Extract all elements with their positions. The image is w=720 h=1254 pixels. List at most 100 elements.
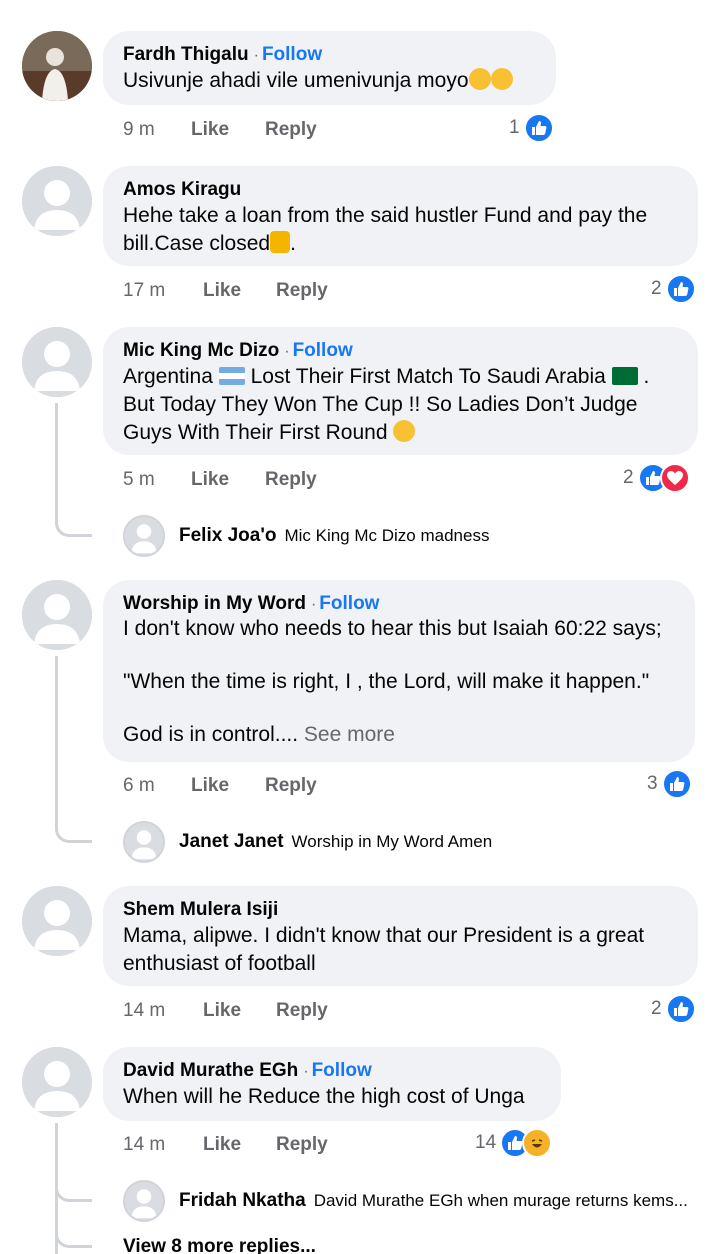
comment-author[interactable]: Mic King Mc Dizo <box>123 340 279 361</box>
avatar[interactable] <box>22 31 92 101</box>
separator-dot: · <box>303 1063 309 1080</box>
thread-connector <box>55 505 92 537</box>
reaction-count: 1 <box>509 117 520 138</box>
comment-meta: 17 m Like Reply <box>123 277 523 305</box>
laughing-emoji-icon <box>393 420 416 442</box>
like-reaction-icon <box>665 994 696 1024</box>
comment-text-end: . <box>290 232 296 255</box>
follow-button[interactable]: Follow <box>312 1060 372 1081</box>
comment-time: 9 m <box>123 119 155 140</box>
reaction-summary[interactable]: 2 <box>623 462 690 494</box>
comment-time: 14 m <box>123 1000 166 1021</box>
reply-preview[interactable]: Felix Joa'o Mic King Mc Dizo madness <box>179 515 699 557</box>
reply-preview[interactable]: Janet Janet Worship in My Word Amen <box>179 821 699 863</box>
like-button[interactable]: Like <box>203 1131 241 1159</box>
comment-author[interactable]: Worship in My Word <box>123 593 306 614</box>
separator-dot: · <box>253 47 259 64</box>
reply-text: David Murathe EGh when murage returns ke… <box>313 1191 688 1210</box>
avatar[interactable] <box>123 821 165 863</box>
avatar[interactable] <box>123 1180 165 1222</box>
avatar[interactable] <box>22 327 92 397</box>
thread-line <box>55 656 58 824</box>
reaction-summary[interactable]: 2 <box>651 273 696 305</box>
comment-bubble: Amos Kiragu Hehe take a loan from the sa… <box>103 166 698 266</box>
comment-text-part: Argentina <box>123 365 213 388</box>
comment-text-part: Lost Their First Match To Saudi Arabia <box>250 365 606 388</box>
see-more-link[interactable]: See more <box>304 723 395 746</box>
avatar[interactable] <box>22 166 92 236</box>
comment-bubble: Fardh Thigalu · Follow Usivunje ahadi vile… <box>103 31 556 105</box>
laughing-emoji-icon <box>490 68 513 90</box>
comment-author[interactable]: Amos Kiragu <box>123 178 678 202</box>
separator-dot: · <box>310 596 317 613</box>
saudi-arabia-flag-icon <box>611 367 638 385</box>
reaction-summary[interactable]: 1 <box>509 112 554 144</box>
thread-connector <box>55 1218 92 1248</box>
comment-bubble: Mic King Mc Dizo · Follow Argentina Lost T… <box>103 327 698 455</box>
thread-line <box>55 403 58 518</box>
reply-author: Felix Joa'o <box>179 525 277 546</box>
love-reaction-icon <box>659 463 690 493</box>
like-button[interactable]: Like <box>203 277 241 305</box>
reaction-count: 2 <box>623 467 634 488</box>
comment-meta: 9 m Like Reply <box>123 116 523 144</box>
reply-button[interactable]: Reply <box>265 772 317 800</box>
reply-author: Janet Janet <box>179 831 284 852</box>
comment-header: Mic King Mc Dizo · Follow <box>123 339 678 363</box>
comment-author[interactable]: David Murathe EGh <box>123 1060 298 1081</box>
like-reaction-icon <box>523 113 554 143</box>
comment-meta: 5 m Like Reply <box>123 466 523 494</box>
comment-header: David Murathe EGh · Follow <box>123 1059 541 1083</box>
reply-text: Worship in My Word Amen <box>291 832 493 851</box>
reaction-count: 2 <box>651 278 662 299</box>
separator-dot: · <box>284 343 290 360</box>
reply-author: Fridah Nkatha <box>179 1190 306 1211</box>
comment-text: Hehe take a loan from the said hustler F… <box>123 202 678 258</box>
reply-button[interactable]: Reply <box>276 277 328 305</box>
argentina-flag-icon <box>218 367 245 385</box>
comment-bubble: David Murathe EGh · Follow When will he Re… <box>103 1047 561 1121</box>
reaction-summary[interactable]: 2 <box>651 993 696 1025</box>
reply-text: Mic King Mc Dizo madness <box>284 526 490 545</box>
comment-bubble: Worship in My Word · Follow I don't know w… <box>103 580 695 762</box>
thread-connector <box>55 1170 92 1202</box>
avatar[interactable] <box>123 515 165 557</box>
reply-button[interactable]: Reply <box>265 116 317 144</box>
follow-button[interactable]: Follow <box>319 593 379 614</box>
comment-time: 5 m <box>123 469 155 490</box>
like-button[interactable]: Like <box>203 997 241 1025</box>
comment-author[interactable]: Shem Mulera Isiji <box>123 898 678 922</box>
like-reaction-icon <box>661 769 692 799</box>
comment-meta: 6 m Like Reply <box>123 772 523 800</box>
thread-connector <box>55 811 92 843</box>
comment-meta: 14 m Like Reply <box>123 1131 483 1159</box>
comment-text: I don't know who needs to hear this but … <box>123 616 675 749</box>
laughing-emoji-icon <box>468 68 491 90</box>
avatar[interactable] <box>22 1047 92 1117</box>
reply-button[interactable]: Reply <box>265 466 317 494</box>
avatar[interactable] <box>22 886 92 956</box>
comment-author[interactable]: Fardh Thigalu <box>123 44 249 65</box>
like-button[interactable]: Like <box>191 116 229 144</box>
reply-button[interactable]: Reply <box>276 1131 328 1159</box>
reply-button[interactable]: Reply <box>276 997 328 1025</box>
reaction-summary[interactable]: 3 <box>647 768 692 800</box>
reaction-count: 2 <box>651 998 662 1019</box>
like-button[interactable]: Like <box>191 466 229 494</box>
comment-text: Mama, alipwe. I didn't know that our Pre… <box>123 924 645 975</box>
lock-emoji-icon <box>270 231 291 253</box>
reaction-summary[interactable]: 14 <box>475 1127 553 1159</box>
follow-button[interactable]: Follow <box>293 340 353 361</box>
like-button[interactable]: Like <box>191 772 229 800</box>
reaction-count: 3 <box>647 773 658 794</box>
comment-text: Argentina Lost Their First Match To Saud… <box>123 363 678 447</box>
comment-header: Worship in My Word · Follow <box>123 592 675 616</box>
comment-time: 14 m <box>123 1134 166 1155</box>
haha-reaction-icon <box>522 1128 553 1158</box>
avatar[interactable] <box>22 580 92 650</box>
comment-text: When will he Reduce the high cost of Ung… <box>123 1085 525 1108</box>
comment-time: 6 m <box>123 775 155 796</box>
view-more-replies-link[interactable]: View 8 more replies... <box>123 1236 316 1254</box>
follow-button[interactable]: Follow <box>262 44 322 65</box>
reply-preview[interactable]: Fridah Nkatha David Murathe EGh when mur… <box>179 1180 700 1222</box>
